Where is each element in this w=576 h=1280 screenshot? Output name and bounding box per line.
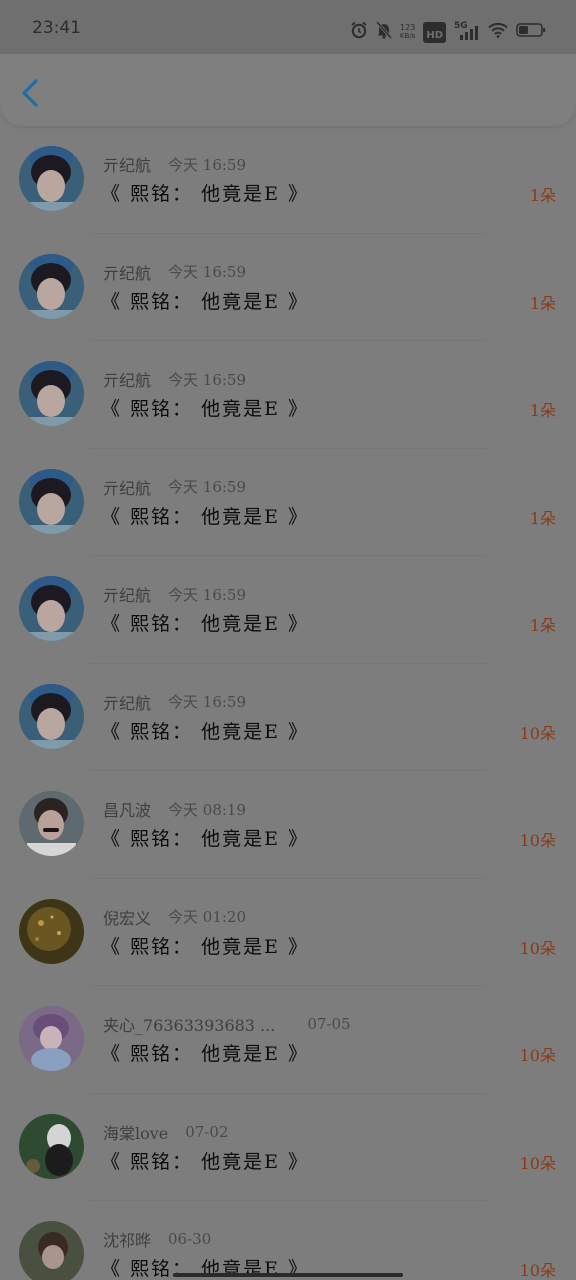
sender-name: 亓纪航 (103, 156, 152, 175)
avatar[interactable] (19, 361, 84, 426)
book-title: 《 熙铭： 他竟是E 》 (101, 1150, 309, 1173)
gift-amount: 1朵 (529, 508, 556, 528)
list-item[interactable]: 昌凡波 今天 08:19 《 熙铭： 他竟是E 》 10朵 (0, 771, 576, 879)
avatar[interactable] (19, 1221, 84, 1280)
send-time: 今天 16:59 (168, 155, 247, 174)
list-item[interactable]: 亓纪航 今天 16:59 《 熙铭： 他竟是E 》 1朵 (0, 449, 576, 556)
sender-line: 夹心_76363393683 ... 07-05 (103, 1014, 351, 1035)
list-item[interactable]: 亓纪航 今天 16:59 《 熙铭： 他竟是E 》 10朵 (0, 664, 576, 771)
alarm-icon (350, 21, 368, 43)
sender-line: 亓纪航 今天 16:59 (103, 584, 247, 606)
gift-amount: 10朵 (519, 938, 556, 958)
gift-amount: 10朵 (519, 1153, 556, 1173)
avatar[interactable] (19, 898, 84, 964)
list-item[interactable]: 夹心_76363393683 ... 07-05 《 熙铭： 他竟是E 》 10… (0, 986, 576, 1094)
sender-line: 亓纪航 今天 16:59 (103, 692, 247, 713)
back-button[interactable] (16, 76, 48, 110)
send-time: 今天 01:20 (168, 908, 247, 926)
sender-name: 倪宏义 (103, 908, 152, 928)
wifi-icon (488, 22, 508, 42)
avatar[interactable] (19, 576, 84, 641)
list-item[interactable]: 亓纪航 今天 16:59 《 熙铭： 他竟是E 》 1朵 (0, 234, 576, 341)
hd-label: HD (426, 29, 443, 41)
list-item[interactable]: 海棠love 07-02 《 熙铭： 他竟是E 》 10朵 (0, 1094, 576, 1201)
gift-amount: 10朵 (519, 723, 556, 743)
send-time: 今天 16:59 (168, 585, 247, 604)
status-icons: 123 KB/s HD 5G (350, 20, 546, 44)
avatar[interactable] (19, 1006, 84, 1071)
sender-name: 海棠love (103, 1123, 169, 1143)
status-bar: 23:41 123 KB/s HD 5G (0, 0, 576, 54)
gift-amount: 1朵 (529, 616, 556, 635)
book-title: 《 熙铭： 他竟是E 》 (101, 398, 309, 420)
chevron-left-icon (16, 79, 48, 114)
gift-amount: 10朵 (519, 1261, 556, 1280)
sender-line: 亓纪航 今天 16:59 (103, 477, 247, 498)
gift-amount: 10朵 (519, 1046, 556, 1065)
list-item[interactable]: 倪宏义 今天 01:20 《 熙铭： 他竟是E 》 10朵 (0, 879, 576, 986)
book-title: 《 熙铭： 他竟是E 》 (101, 720, 309, 743)
gift-amount: 10朵 (519, 831, 556, 850)
gift-amount: 1朵 (529, 401, 556, 420)
book-title: 《 熙铭： 他竟是E 》 (101, 935, 309, 958)
book-title: 《 熙铭： 他竟是E 》 (101, 183, 309, 205)
send-time: 今天 16:59 (168, 370, 247, 389)
home-indicator[interactable] (173, 1273, 403, 1277)
avatar[interactable] (19, 468, 84, 534)
net-speed: 123 KB/s (399, 23, 416, 41)
send-time: 07-05 (307, 1015, 351, 1033)
list-item[interactable]: 亓纪航 今天 16:59 《 熙铭： 他竟是E 》 1朵 (0, 556, 576, 664)
avatar[interactable] (19, 146, 84, 211)
send-time: 07-02 (185, 1122, 229, 1141)
avatar[interactable] (19, 253, 84, 319)
status-time: 23:41 (32, 18, 81, 38)
send-time: 今天 16:59 (168, 693, 247, 711)
gift-amount: 1朵 (529, 186, 556, 205)
send-time: 今天 08:19 (168, 800, 247, 819)
sender-line: 亓纪航 今天 16:59 (103, 369, 247, 391)
book-title: 《 熙铭： 他竟是E 》 (101, 828, 309, 850)
sender-name: 亓纪航 (103, 586, 152, 605)
book-title: 《 熙铭： 他竟是E 》 (101, 613, 309, 635)
avatar[interactable] (19, 1113, 84, 1179)
battery-icon (516, 22, 546, 42)
app-header (0, 54, 576, 126)
send-time: 今天 16:59 (168, 478, 247, 496)
sender-line: 昌凡波 今天 08:19 (103, 799, 247, 821)
sender-name: 夹心_76363393683 ... (103, 1016, 276, 1035)
sender-name: 亓纪航 (103, 478, 152, 498)
sender-line: 亓纪航 今天 16:59 (103, 154, 247, 176)
book-title: 《 熙铭： 他竟是E 》 (101, 505, 309, 528)
sender-name: 昌凡波 (103, 801, 152, 820)
sender-line: 海棠love 07-02 (103, 1122, 229, 1143)
sender-name: 亓纪航 (103, 263, 152, 283)
gift-amount: 1朵 (529, 293, 556, 313)
send-time: 06-30 (168, 1230, 212, 1248)
list-item[interactable]: 亓纪航 今天 16:59 《 熙铭： 他竟是E 》 1朵 (0, 341, 576, 449)
avatar[interactable] (19, 683, 84, 749)
book-title: 《 熙铭： 他竟是E 》 (101, 1043, 309, 1065)
mute-bell-icon (375, 21, 393, 43)
net-speed-value: 123 (399, 23, 416, 32)
send-time: 今天 16:59 (168, 263, 247, 281)
sender-name: 亓纪航 (103, 693, 152, 713)
hd-icon: HD (423, 21, 446, 43)
sender-line: 沈祁晔 06-30 (103, 1229, 212, 1250)
sender-name: 沈祁晔 (103, 1231, 152, 1250)
net-speed-unit: KB/s (399, 32, 416, 40)
gift-record-list: 亓纪航 今天 16:59 《 熙铭： 他竟是E 》 1朵 亓纪航 今天 16:5… (0, 126, 576, 1280)
list-item[interactable]: 沈祁晔 06-30 《 熙铭： 他竟是E 》 10朵 (0, 1201, 576, 1280)
list-item[interactable]: 亓纪航 今天 16:59 《 熙铭： 他竟是E 》 1朵 (0, 126, 576, 234)
sender-line: 倪宏义 今天 01:20 (103, 907, 247, 928)
sender-line: 亓纪航 今天 16:59 (103, 262, 247, 283)
sender-name: 亓纪航 (103, 371, 152, 390)
avatar[interactable] (19, 791, 84, 856)
book-title: 《 熙铭： 他竟是E 》 (101, 290, 309, 313)
signal-5g-icon: 5G (454, 21, 480, 41)
